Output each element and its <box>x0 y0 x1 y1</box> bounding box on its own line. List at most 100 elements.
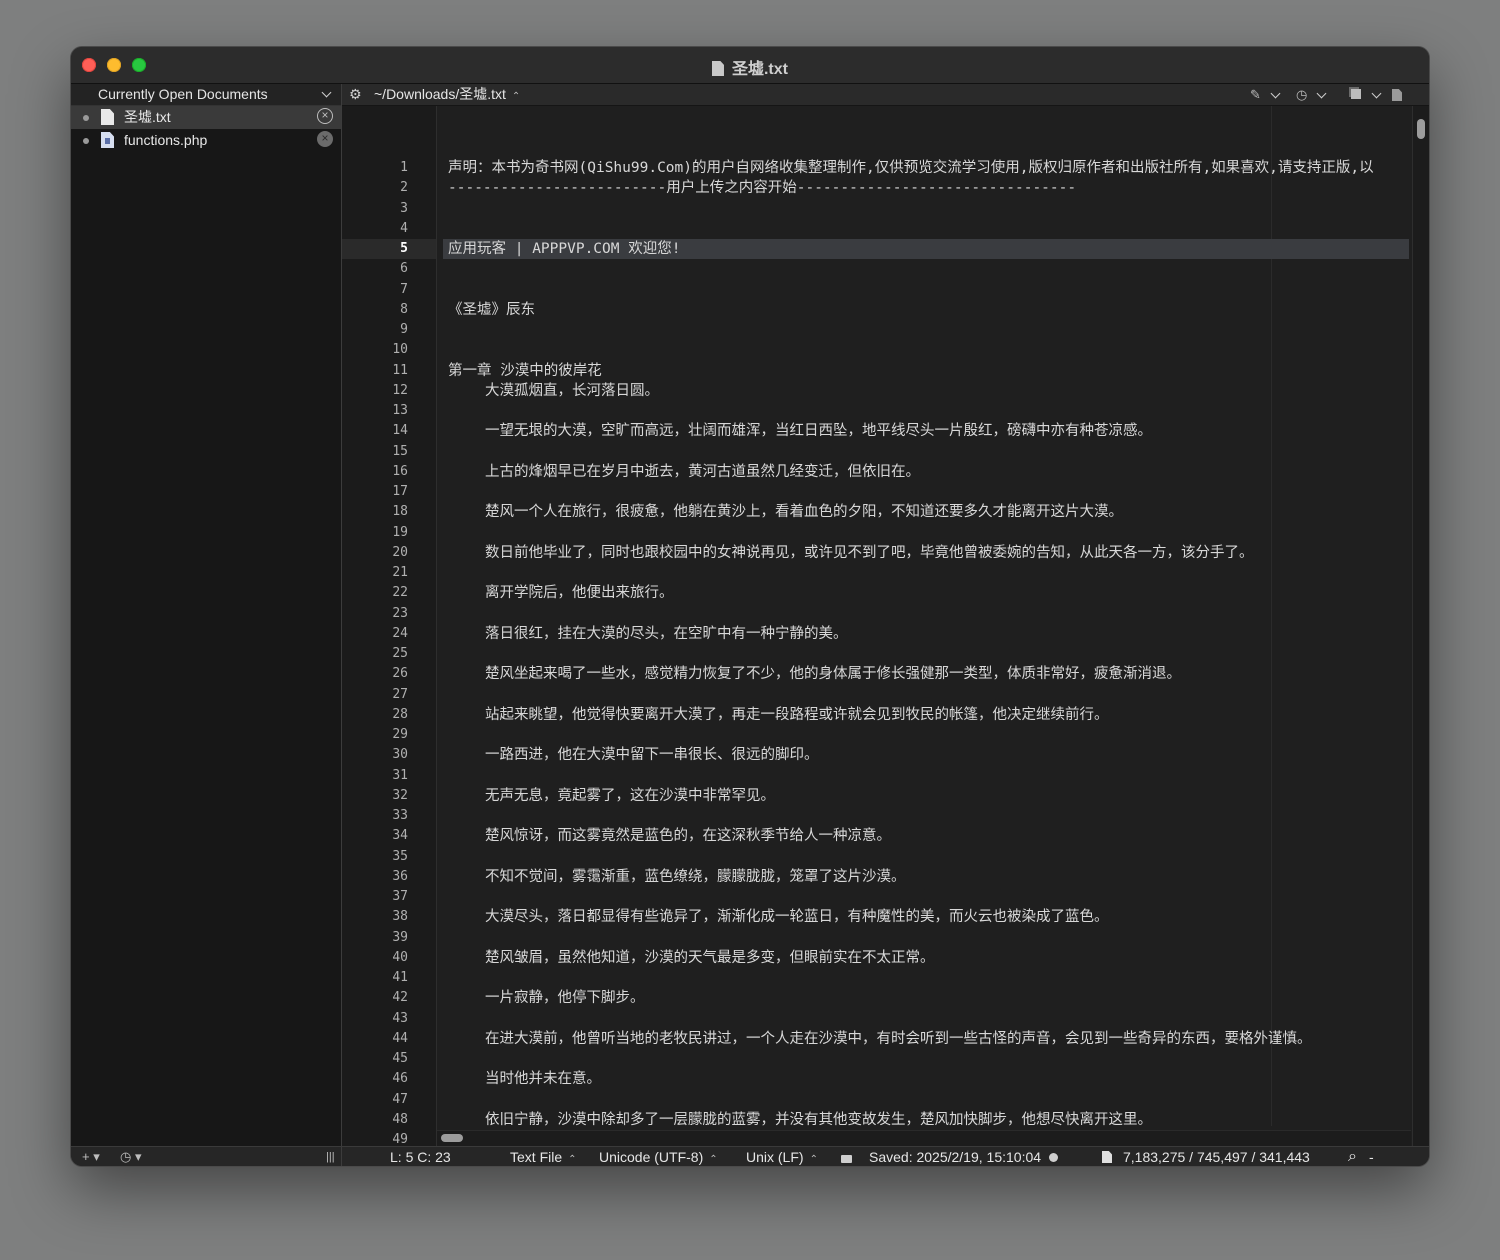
navigation-bar: ⚙ ~/Downloads/圣墟.txt ⌃ ✎ ◷ <box>342 84 1429 106</box>
horizontal-scroll-thumb[interactable] <box>441 1134 463 1142</box>
counterpart-files-icon[interactable] <box>1351 89 1361 99</box>
line-number: 18 <box>392 504 408 520</box>
line-number: 17 <box>392 484 408 499</box>
line-number: 36 <box>392 868 408 884</box>
window-title: 圣墟.txt <box>731 61 788 78</box>
sidebar-item-functions-php[interactable]: functions.php × <box>71 129 341 152</box>
markers-pen-icon[interactable]: ✎ <box>1250 84 1261 105</box>
chevron-down-icon[interactable] <box>321 87 332 98</box>
line-number: 32 <box>392 787 408 803</box>
editor-line[interactable]: 一路西进，他在大漠中留下一串很长、很远的脚印。 <box>485 745 819 765</box>
window-title-group: 圣墟.txt <box>71 55 1429 79</box>
line-number: 10 <box>392 342 408 358</box>
editor-window: 圣墟.txt Currently Open Documents 圣墟.txt ×… <box>71 47 1429 1166</box>
editor-line[interactable]: 落日很红，挂在大漠的尽头，在空旷中有一种宁静的美。 <box>485 624 848 644</box>
encoding-popup[interactable]: Unicode (UTF-8) ⌃ <box>599 1147 718 1166</box>
line-number: 1 <box>400 160 408 175</box>
text-editor-area[interactable]: 声明：本书为奇书网(QiShu99.Com)的用户自网络收集整理制作,仅供预览交… <box>437 106 1411 1146</box>
editor-line[interactable]: 当时他并未在意。 <box>485 1069 601 1089</box>
add-menu-button[interactable]: + ▾ <box>82 1147 100 1166</box>
line-number: 25 <box>392 646 408 661</box>
document-proxy-icon[interactable] <box>711 61 724 76</box>
line-number: 5 <box>400 241 408 256</box>
unlocked-lock-icon[interactable] <box>841 1155 852 1163</box>
line-number: 43 <box>392 1010 408 1026</box>
line-number: 37 <box>392 889 408 904</box>
sidebar-item-label: functions.php <box>124 132 208 148</box>
editor-line[interactable]: 第一章 沙漠中的彼岸花 <box>448 361 602 381</box>
encoding-label: Unicode (UTF-8) <box>599 1149 704 1165</box>
search-icon[interactable]: ⌕ <box>1348 1147 1357 1166</box>
history-clock-icon[interactable]: ◷ <box>1296 84 1307 105</box>
cursor-position[interactable]: L: 5 C: 23 <box>390 1147 451 1166</box>
line-number: 6 <box>400 261 408 277</box>
document-counts[interactable]: 7,183,275 / 745,497 / 341,443 <box>1123 1147 1310 1166</box>
editor-line[interactable]: 离开学院后，他便出来旅行。 <box>485 583 674 603</box>
syntax-mode-popup[interactable]: Text File ⌃ <box>510 1147 577 1166</box>
line-number: 30 <box>392 747 408 763</box>
line-number: 23 <box>392 605 408 621</box>
editor-line[interactable]: 楚风惊讶，而这雾竟然是蓝色的，在这深秋季节给人一种凉意。 <box>485 826 891 846</box>
saved-status-label: Saved: 2025/2/19, 15:10:04 <box>869 1149 1042 1165</box>
close-document-icon[interactable]: × <box>317 131 333 147</box>
editor-line[interactable]: -------------------------用户上传之内容开始------… <box>448 178 1076 198</box>
line-number: 48 <box>392 1111 408 1127</box>
editor-line[interactable]: 依旧宁静，沙漠中除却多了一层朦胧的蓝雾，并没有其他变故发生，楚风加快脚步，他想尽… <box>485 1110 1152 1130</box>
editor-line[interactable]: 站起来眺望，他觉得快要离开大漠了，再走一段路程或许就会见到牧民的帐篷，他决定继续… <box>485 705 1109 725</box>
vertical-scroll-thumb[interactable] <box>1417 119 1425 139</box>
close-document-icon[interactable]: × <box>317 108 333 124</box>
line-number: 46 <box>392 1071 408 1087</box>
editor-line[interactable]: 楚风皱眉，虽然他知道，沙漠的天气最是多变，但眼前实在不太正常。 <box>485 948 935 968</box>
chevron-down-icon[interactable] <box>1270 88 1281 99</box>
editor-line[interactable]: 在进大漠前，他曾听当地的老牧民讲过，一个人走在沙漠中，有时会听到一些古怪的声音，… <box>485 1029 1312 1049</box>
file-path-label: ~/Downloads/圣墟.txt <box>374 86 506 102</box>
line-number: 9 <box>400 322 408 337</box>
gear-icon[interactable]: ⚙ <box>349 84 362 105</box>
line-number: 2 <box>400 180 408 196</box>
editor-line[interactable]: 声明：本书为奇书网(QiShu99.Com)的用户自网络收集整理制作,仅供预览交… <box>448 158 1374 178</box>
line-number: 45 <box>392 1051 408 1066</box>
line-number: 28 <box>392 706 408 722</box>
sidebar-resize-handle[interactable]: ||| <box>326 1147 335 1166</box>
document-icon[interactable] <box>1392 89 1402 101</box>
syntax-mode-label: Text File <box>510 1149 563 1165</box>
chevron-down-icon[interactable] <box>1316 88 1327 99</box>
vertical-scrollbar[interactable] <box>1412 106 1429 1146</box>
line-number: 26 <box>392 666 408 682</box>
file-path-popup[interactable]: ~/Downloads/圣墟.txt ⌃ <box>374 84 520 107</box>
editor-line[interactable]: 一片寂静，他停下脚步。 <box>485 988 645 1008</box>
editor-line[interactable]: 楚风坐起来喝了一些水，感觉精力恢复了不少，他的身体属于修长强健那一类型，体质非常… <box>485 664 1181 684</box>
editor-line[interactable]: 数日前他毕业了，同时也跟校园中的女神说再见，或许见不到了吧，毕竟他曾被委婉的告知… <box>485 543 1254 563</box>
line-number: 19 <box>392 524 408 540</box>
recent-clock-button[interactable]: ◷ ▾ <box>120 1147 141 1166</box>
editor-line[interactable]: 《圣墟》辰东 <box>448 300 535 320</box>
function-menu-dash[interactable]: - <box>1369 1147 1374 1166</box>
editor-line[interactable]: 无声无息，竟起雾了，这在沙漠中非常罕见。 <box>485 786 775 806</box>
editor-line[interactable]: 上古的烽烟早已在岁月中逝去，黄河古道虽然几经变迁，但依旧在。 <box>485 462 920 482</box>
php-file-icon <box>101 132 114 148</box>
line-number: 16 <box>392 463 408 479</box>
page-guide-line <box>1271 106 1272 1126</box>
chevron-down-icon[interactable] <box>1371 88 1382 99</box>
editor-line[interactable]: 不知不觉间，雾霭渐重，蓝色缭绕，朦朦胧胧，笼罩了这片沙漠。 <box>485 867 906 887</box>
editor-line[interactable]: 一望无垠的大漠，空旷而高远，壮阔而雄浑，当红日西坠，地平线尽头一片殷红，磅礴中亦… <box>485 421 1152 441</box>
line-number: 14 <box>392 423 408 439</box>
editor-line[interactable]: 大漠孤烟直，长河落日圆。 <box>485 381 659 401</box>
line-number: 15 <box>392 443 408 459</box>
line-number: 40 <box>392 949 408 965</box>
editor-line[interactable]: 应用玩客 | APPPVP.COM 欢迎您! <box>448 239 680 259</box>
sidebar-item-shengxu-txt[interactable]: 圣墟.txt × <box>71 106 341 129</box>
document-dot-icon <box>83 115 89 121</box>
horizontal-scrollbar[interactable] <box>437 1130 1411 1147</box>
line-number: 13 <box>392 403 408 418</box>
sidebar-header[interactable]: Currently Open Documents <box>71 84 341 106</box>
modified-dot-icon <box>1049 1153 1059 1162</box>
line-number: 42 <box>392 990 408 1006</box>
editor-line[interactable]: 大漠尽头，落日都显得有些诡异了，渐渐化成一轮蓝日，有种魔性的美，而火云也被染成了… <box>485 907 1109 927</box>
updown-chevron-icon: ⌃ <box>568 1154 577 1165</box>
status-divider <box>341 1147 342 1166</box>
editor-line[interactable]: 楚风一个人在旅行，很疲惫，他躺在黄沙上，看着血色的夕阳，不知道还要多久才能离开这… <box>485 502 1123 522</box>
line-number: 3 <box>400 200 408 216</box>
line-endings-popup[interactable]: Unix (LF) ⌃ <box>746 1147 818 1166</box>
line-number: 31 <box>392 767 408 783</box>
